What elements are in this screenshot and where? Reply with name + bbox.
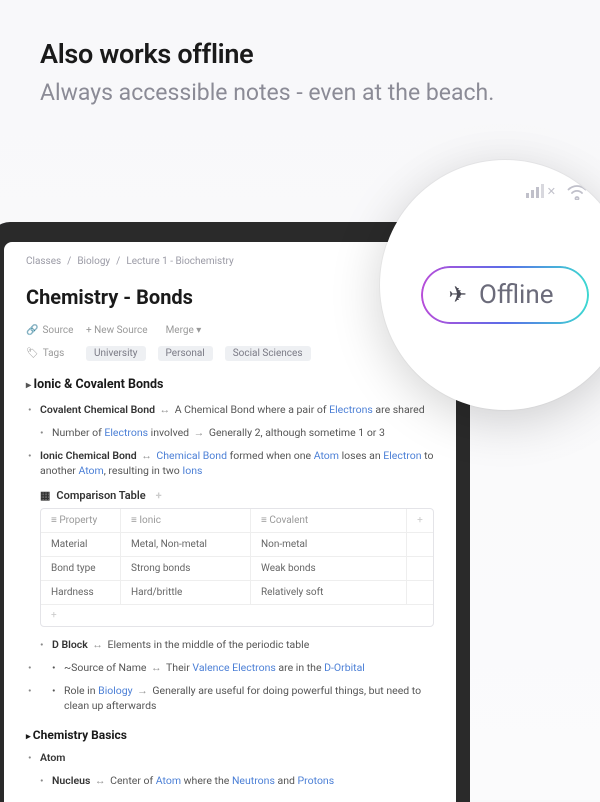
- link[interactable]: Atom: [314, 449, 339, 462]
- breadcrumb[interactable]: Classes/ Biology/ Lecture 1 - Biochemist…: [26, 256, 434, 267]
- table-row: Bond typeStrong bondsWeak bonds: [41, 557, 433, 581]
- section-title: Ionic & Covalent Bonds: [26, 377, 434, 392]
- bullet-item: Covalent Chemical Bond ↔ A Chemical Bond…: [26, 402, 434, 418]
- airplane-icon: ✈: [449, 283, 467, 308]
- tags-row: 🏷Tags University Personal Social Science…: [26, 346, 434, 361]
- comparison-table: ≡ Property ≡ Ionic ≡ Covalent + Material…: [40, 508, 434, 627]
- tag-icon: 🏷: [26, 348, 39, 359]
- table-header-row: ≡ Property ≡ Ionic ≡ Covalent +: [41, 509, 433, 533]
- link[interactable]: Electron: [383, 449, 421, 462]
- bullet-item: D Block ↔ Elements in the middle of the …: [26, 637, 434, 653]
- bullet-item: Number of Electrons involved → Generally…: [26, 425, 434, 441]
- table-row: MaterialMetal, Non-metalNon-metal: [41, 533, 433, 557]
- table-row: HardnessHard/brittleRelatively soft: [41, 581, 433, 605]
- link[interactable]: Protons: [298, 774, 335, 787]
- tag-chip[interactable]: Social Sciences: [225, 346, 311, 361]
- col-header[interactable]: ≡ Ionic: [121, 509, 251, 532]
- link[interactable]: Electrons: [104, 426, 148, 439]
- tag-chip[interactable]: Personal: [158, 346, 213, 361]
- merge-button[interactable]: Merge ▾: [160, 325, 209, 336]
- offline-label: Offline: [479, 280, 554, 310]
- page-title: Chemistry - Bonds: [26, 285, 434, 309]
- hero-subtitle: Always accessible notes - even at the be…: [40, 78, 560, 107]
- link-icon: 🔗: [26, 325, 38, 336]
- add-column-button[interactable]: +: [407, 509, 433, 532]
- add-table-button[interactable]: +: [156, 489, 162, 502]
- bullet-item: •Role in Biology → Generally are useful …: [26, 683, 434, 715]
- bullet-item: Nucleus ↔ Center of Atom where the Neutr…: [26, 773, 434, 789]
- source-label: 🔗Source: [26, 325, 74, 336]
- tag-chip[interactable]: University: [86, 346, 146, 361]
- offline-badge: ✈ Offline: [421, 266, 590, 324]
- link[interactable]: Valence Electrons: [192, 661, 275, 674]
- bullet-item: •~Source of Name ↔ Their Valence Electro…: [26, 660, 434, 676]
- link[interactable]: Atom: [156, 774, 181, 787]
- bullet-item: Ionic Chemical Bond ↔ Chemical Bond form…: [26, 448, 434, 480]
- bullet-item: Atom: [26, 750, 434, 766]
- tags-label: 🏷Tags: [26, 348, 74, 359]
- section-title: Chemistry Basics: [26, 728, 434, 742]
- wifi-icon: [566, 182, 588, 200]
- link[interactable]: Ions: [182, 464, 202, 477]
- link[interactable]: Atom: [78, 464, 103, 477]
- add-row-button[interactable]: +: [41, 605, 433, 626]
- source-row: 🔗Source + New Source Merge ▾: [26, 325, 434, 336]
- link[interactable]: Chemical Bond: [156, 449, 227, 462]
- status-bar: ✕: [526, 182, 588, 200]
- link[interactable]: Electrons: [329, 403, 373, 416]
- hero-title: Also works offline: [40, 38, 560, 70]
- signal-icon: ✕: [526, 184, 556, 198]
- link[interactable]: Neutrons: [232, 774, 275, 787]
- link[interactable]: D-Orbital: [324, 661, 365, 674]
- table-icon: ▦: [40, 489, 50, 502]
- col-header[interactable]: ≡ Property: [41, 509, 121, 532]
- table-title: ▦Comparison Table +: [26, 489, 434, 502]
- crumb-item[interactable]: Classes: [26, 256, 61, 267]
- link[interactable]: Biology: [98, 684, 133, 697]
- crumb-item[interactable]: Biology: [77, 256, 110, 267]
- new-source-button[interactable]: + New Source: [86, 325, 148, 336]
- col-header[interactable]: ≡ Covalent: [251, 509, 407, 532]
- crumb-item[interactable]: Lecture 1 - Biochemistry: [126, 256, 233, 267]
